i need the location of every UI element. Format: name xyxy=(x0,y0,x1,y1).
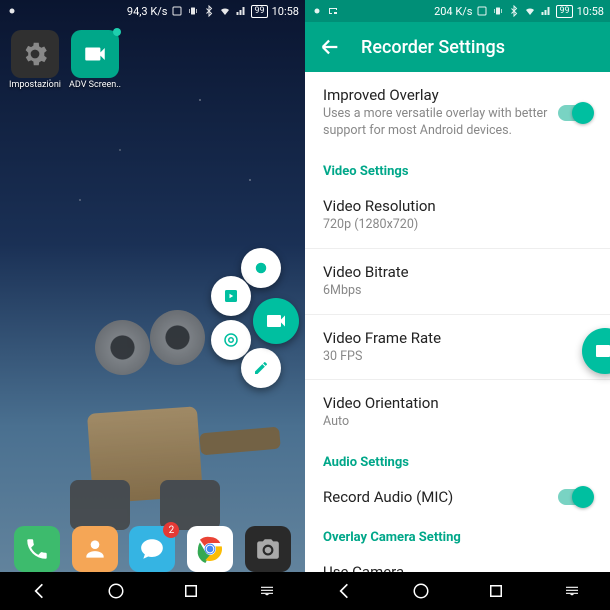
back-arrow-icon[interactable] xyxy=(319,36,341,58)
net-speed: 204 K/s xyxy=(434,5,472,18)
net-speed: 94,3 K/s xyxy=(127,5,168,18)
setting-label: Video Resolution xyxy=(323,197,592,215)
setting-value: Auto xyxy=(323,414,592,431)
section-audio-settings: Audio Settings xyxy=(305,445,610,474)
settings-list[interactable]: Improved Overlay Uses a more versatile o… xyxy=(305,72,610,587)
setting-video-bitrate[interactable]: Video Bitrate 6Mbps xyxy=(305,249,610,314)
nav-back-icon[interactable] xyxy=(29,581,49,601)
setting-value: 6Mbps xyxy=(323,283,592,300)
setting-label: Record Audio (MIC) xyxy=(323,488,453,506)
statusbar-left: 94,3 K/s 99 10:58 xyxy=(0,0,305,22)
setting-video-orientation[interactable]: Video Orientation Auto xyxy=(305,380,610,445)
clock: 10:58 xyxy=(577,5,604,18)
setting-value: 720p (1280x720) xyxy=(323,217,592,234)
dock-contacts[interactable] xyxy=(72,526,118,572)
appbar: Recorder Settings xyxy=(305,22,610,72)
settings-screen: 204 K/s 99 10:58 Recorder Settings Impro… xyxy=(305,0,610,610)
dock-messages[interactable]: 2 xyxy=(129,526,175,572)
setting-improved-overlay[interactable]: Improved Overlay Uses a more versatile o… xyxy=(305,72,610,154)
navbar-left xyxy=(0,572,305,610)
gear-icon xyxy=(11,30,59,78)
gallery-button[interactable] xyxy=(211,276,251,316)
dock-chrome[interactable] xyxy=(187,526,233,572)
battery-indicator: 99 xyxy=(556,5,572,18)
phone-icon xyxy=(24,536,50,562)
wifi-icon xyxy=(219,5,231,17)
app-adv-screen-recorder[interactable]: ADV Screen.. xyxy=(70,30,120,90)
draw-button[interactable] xyxy=(241,348,281,388)
nav-home-icon[interactable] xyxy=(107,582,125,600)
camera-icon xyxy=(255,536,281,562)
nfc-icon xyxy=(171,5,183,17)
app-label: Impostazioni xyxy=(9,80,61,90)
navbar-right xyxy=(305,572,610,610)
setting-summary: Uses a more versatile overlay with bette… xyxy=(323,106,548,140)
videocam-icon xyxy=(593,339,610,363)
dock-camera[interactable] xyxy=(245,526,291,572)
message-icon xyxy=(139,536,165,562)
person-icon xyxy=(82,536,108,562)
nav-recent-icon[interactable] xyxy=(487,582,505,600)
signal-icon xyxy=(540,5,552,17)
setting-video-framerate[interactable]: Video Frame Rate 30 FPS xyxy=(305,315,610,380)
app-settings[interactable]: Impostazioni xyxy=(10,30,60,90)
setting-label: Video Orientation xyxy=(323,394,592,412)
dock: 2 xyxy=(0,526,305,572)
toggle-improved-overlay[interactable] xyxy=(558,105,592,121)
notification-dot-icon xyxy=(311,5,323,17)
nav-back-icon[interactable] xyxy=(334,581,354,601)
bluetooth-icon xyxy=(508,5,520,17)
setting-label: Video Bitrate xyxy=(323,263,592,281)
setting-label: Video Frame Rate xyxy=(323,329,592,347)
nav-recent-icon[interactable] xyxy=(182,582,200,600)
message-badge: 2 xyxy=(163,522,179,538)
wifi-icon xyxy=(524,5,536,17)
setting-label: Improved Overlay xyxy=(323,86,548,104)
notification-dot-icon xyxy=(6,5,18,17)
nfc-icon xyxy=(476,5,488,17)
setting-record-audio[interactable]: Record Audio (MIC) xyxy=(305,474,610,520)
home-screen: 94,3 K/s 99 10:58 Impostazioni ADV Scree… xyxy=(0,0,305,610)
dock-phone[interactable] xyxy=(14,526,60,572)
chrome-icon xyxy=(194,533,226,565)
section-overlay-camera: Overlay Camera Setting xyxy=(305,520,610,549)
vibrate-icon xyxy=(492,5,504,17)
notification-badge-icon xyxy=(113,28,121,36)
battery-indicator: 99 xyxy=(251,5,267,18)
videocam-icon xyxy=(71,30,119,78)
nav-drawer-icon[interactable] xyxy=(258,582,276,600)
setting-video-resolution[interactable]: Video Resolution 720p (1280x720) xyxy=(305,183,610,248)
overlay-main-button[interactable] xyxy=(253,298,299,344)
page-title: Recorder Settings xyxy=(361,37,505,58)
setting-value: 30 FPS xyxy=(323,349,592,366)
section-video-settings: Video Settings xyxy=(305,154,610,183)
app-label: ADV Screen.. xyxy=(69,80,121,90)
nav-home-icon[interactable] xyxy=(412,582,430,600)
nav-drawer-icon[interactable] xyxy=(563,582,581,600)
record-button[interactable] xyxy=(241,248,281,288)
home-apps-row: Impostazioni ADV Screen.. xyxy=(0,22,305,98)
cast-icon xyxy=(327,5,339,17)
signal-icon xyxy=(235,5,247,17)
bluetooth-icon xyxy=(203,5,215,17)
toggle-record-audio[interactable] xyxy=(558,489,592,505)
vibrate-icon xyxy=(187,5,199,17)
clock: 10:58 xyxy=(272,5,299,18)
statusbar-right: 204 K/s 99 10:58 xyxy=(305,0,610,22)
videocam-icon xyxy=(264,309,288,333)
